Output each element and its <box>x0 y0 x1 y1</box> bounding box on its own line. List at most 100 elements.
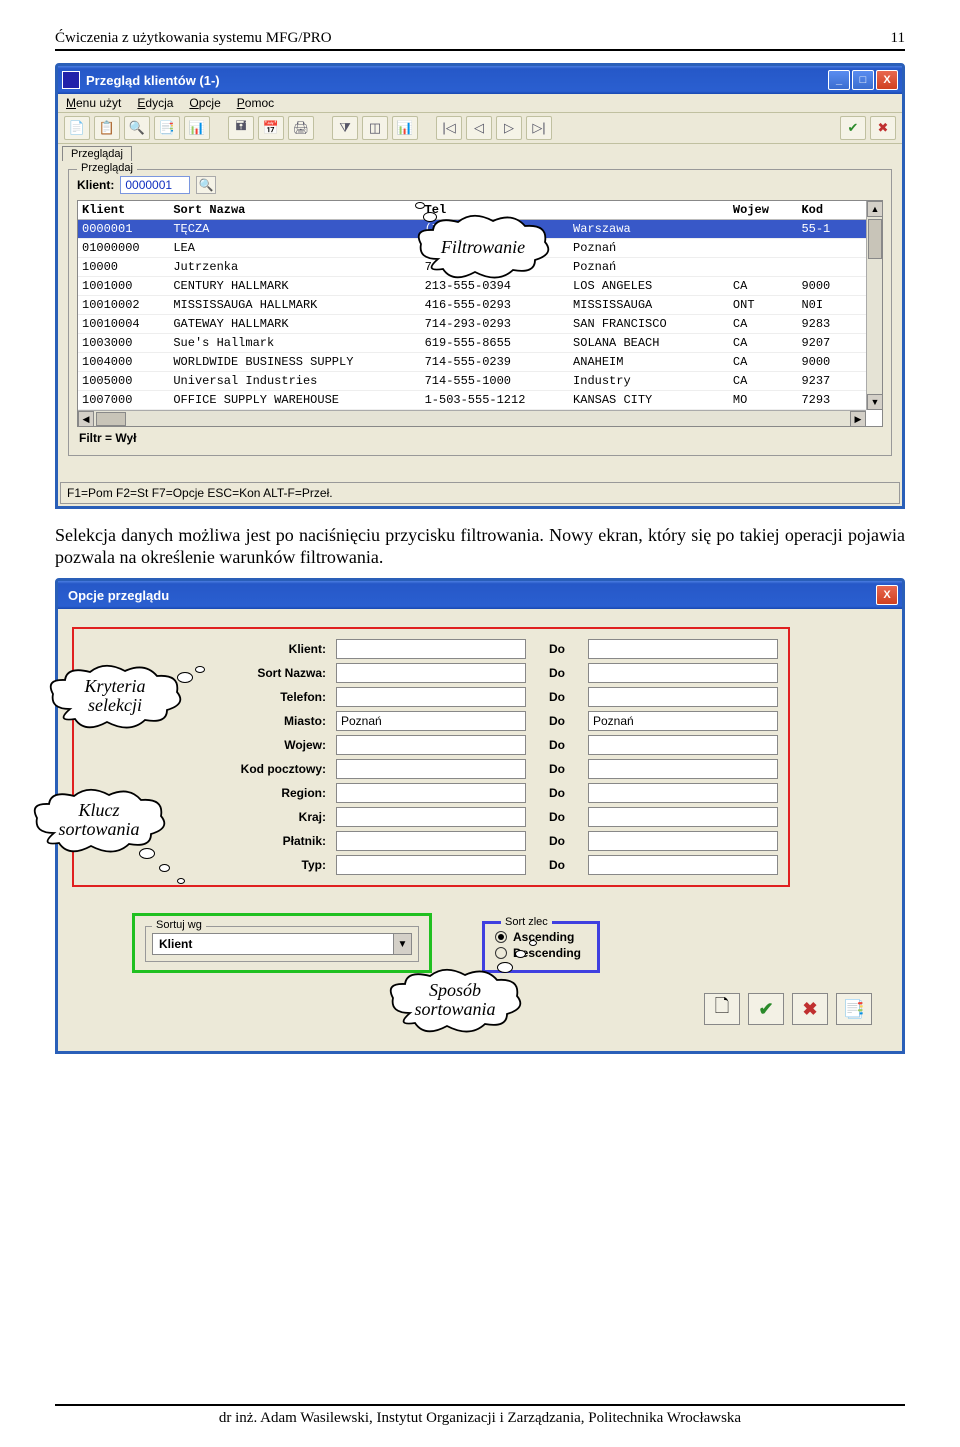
do-label: Do <box>532 762 582 776</box>
table-row[interactable]: 10010002MISSISSAUGA HALLMARK416-555-0293… <box>78 296 866 315</box>
filter-to-input[interactable] <box>588 759 778 779</box>
filter-to-input[interactable] <box>588 687 778 707</box>
filter-from-input[interactable] <box>336 687 526 707</box>
maximize-button[interactable]: □ <box>852 70 874 90</box>
filter-from-input[interactable] <box>336 783 526 803</box>
filter-to-input[interactable] <box>588 807 778 827</box>
tool-icon[interactable]: 📑 <box>154 116 180 140</box>
scroll-down-icon[interactable]: ▼ <box>867 394 883 410</box>
do-label: Do <box>532 858 582 872</box>
header-left: Ćwiczenia z użytkowania systemu MFG/PRO <box>55 30 332 47</box>
sort-key-box: Sortuj wg Klient ▼ <box>132 913 432 973</box>
column-header[interactable]: Sort Nazwa <box>169 201 420 220</box>
browse-panel: Przeglądaj Klient: 🔍 KlientSort NazwaTel… <box>68 169 892 456</box>
filter-icon[interactable]: ⧩ <box>332 116 358 140</box>
filter-label: Sort Nazwa: <box>210 666 330 680</box>
filter-from-input[interactable] <box>336 639 526 659</box>
lookup-icon[interactable]: 🔍 <box>196 176 216 194</box>
do-label: Do <box>532 642 582 656</box>
close-button[interactable]: X <box>876 70 898 90</box>
scroll-up-icon[interactable]: ▲ <box>867 201 883 217</box>
sort-legend: Sortuj wg <box>152 919 206 931</box>
column-header[interactable] <box>569 201 729 220</box>
filter-from-input[interactable] <box>336 831 526 851</box>
horizontal-scrollbar[interactable]: ◀ ▶ <box>78 410 866 426</box>
do-label: Do <box>532 666 582 680</box>
column-header[interactable]: Kod <box>797 201 866 220</box>
minimize-button[interactable]: _ <box>828 70 850 90</box>
filter-from-input[interactable] <box>336 855 526 875</box>
window-title: Przegląd klientów (1-) <box>86 73 828 88</box>
cancel-button[interactable]: ✖ <box>792 993 828 1025</box>
titlebar2[interactable]: Opcje przeglądu X <box>58 581 902 609</box>
filter-label: Telefon: <box>210 690 330 704</box>
filter-to-input[interactable] <box>588 639 778 659</box>
filter-from-input[interactable] <box>336 735 526 755</box>
table-row[interactable]: 1007000OFFICE SUPPLY WAREHOUSE1-503-555-… <box>78 391 866 410</box>
filter-from-input[interactable] <box>336 663 526 683</box>
calendar-icon[interactable]: 📅 <box>258 116 284 140</box>
sort-combo[interactable]: Klient ▼ <box>152 933 412 955</box>
tool-icon[interactable]: 🔍 <box>124 116 150 140</box>
filter-from-input[interactable] <box>336 807 526 827</box>
chart-icon[interactable]: 📊 <box>392 116 418 140</box>
menu-opcje[interactable]: Opcje <box>189 96 220 110</box>
filter-to-input[interactable] <box>588 831 778 851</box>
filter-label: Kod pocztowy: <box>210 762 330 776</box>
cancel-icon[interactable]: ✖ <box>870 116 896 140</box>
prev-icon[interactable]: ◁ <box>466 116 492 140</box>
confirm-icon[interactable]: ✔ <box>840 116 866 140</box>
table-row[interactable]: 1005000Universal Industries714-555-1000I… <box>78 372 866 391</box>
scroll-thumb[interactable] <box>96 412 126 426</box>
first-icon[interactable]: |◁ <box>436 116 462 140</box>
menu-pomoc[interactable]: Pomoc <box>237 96 274 110</box>
radio-ascending[interactable]: Ascending <box>495 930 581 944</box>
tool-icon[interactable]: 📋 <box>94 116 120 140</box>
scroll-vthumb[interactable] <box>868 219 882 259</box>
print-icon[interactable]: 🖨 <box>288 116 314 140</box>
page-number: 11 <box>891 30 905 47</box>
new-icon[interactable]: 🗋 <box>704 993 740 1025</box>
filter-label: Typ: <box>210 858 330 872</box>
tool-icon[interactable]: 📊 <box>184 116 210 140</box>
callout-klucz: Klucz sortowania <box>29 788 169 858</box>
order-legend: Sort zlec <box>501 916 552 928</box>
vertical-scrollbar[interactable]: ▲ ▼ <box>866 201 882 410</box>
filter-from-input[interactable] <box>336 711 526 731</box>
tab-przegladaj[interactable]: Przeglądaj <box>62 146 132 161</box>
table-row[interactable]: 1004000WORLDWIDE BUSINESS SUPPLY714-555-… <box>78 353 866 372</box>
menu-edycja[interactable]: Edycja <box>137 96 173 110</box>
scroll-right-icon[interactable]: ▶ <box>850 411 866 427</box>
scroll-left-icon[interactable]: ◀ <box>78 411 94 427</box>
table-row[interactable]: 1003000Sue's Hallmark619-555-8655SOLANA … <box>78 334 866 353</box>
close-button[interactable]: X <box>876 585 898 605</box>
next-icon[interactable]: ▷ <box>496 116 522 140</box>
filter-to-input[interactable] <box>588 663 778 683</box>
chevron-down-icon[interactable]: ▼ <box>393 934 411 954</box>
filter-label: Wojew: <box>210 738 330 752</box>
filter-to-input[interactable] <box>588 711 778 731</box>
klient-input[interactable] <box>120 176 190 194</box>
column-header[interactable]: Wojew <box>729 201 798 220</box>
window2-title: Opcje przeglądu <box>68 588 876 603</box>
tool-icon[interactable]: ◫ <box>362 116 388 140</box>
radio-dot-icon <box>495 947 507 959</box>
tool-icon[interactable]: 🖬 <box>228 116 254 140</box>
filter-to-input[interactable] <box>588 855 778 875</box>
filter-to-input[interactable] <box>588 735 778 755</box>
options-icon[interactable]: 📑 <box>836 993 872 1025</box>
table-row[interactable]: 10010004GATEWAY HALLMARK714-293-0293SAN … <box>78 315 866 334</box>
tool-icon[interactable]: 📄 <box>64 116 90 140</box>
filter-label: Miasto: <box>210 714 330 728</box>
menu-uzyt[interactable]: Menu użyt <box>66 96 121 110</box>
filter-from-input[interactable] <box>336 759 526 779</box>
ok-button[interactable]: ✔ <box>748 993 784 1025</box>
callout-sposob: Sposób sortowania <box>385 968 525 1038</box>
filter-label: Kraj: <box>210 810 330 824</box>
radio-descending[interactable]: Descending <box>495 946 581 960</box>
column-header[interactable]: Klient <box>78 201 169 220</box>
last-icon[interactable]: ▷| <box>526 116 552 140</box>
titlebar[interactable]: Przegląd klientów (1-) _ □ X <box>58 66 902 94</box>
filter-to-input[interactable] <box>588 783 778 803</box>
do-label: Do <box>532 786 582 800</box>
